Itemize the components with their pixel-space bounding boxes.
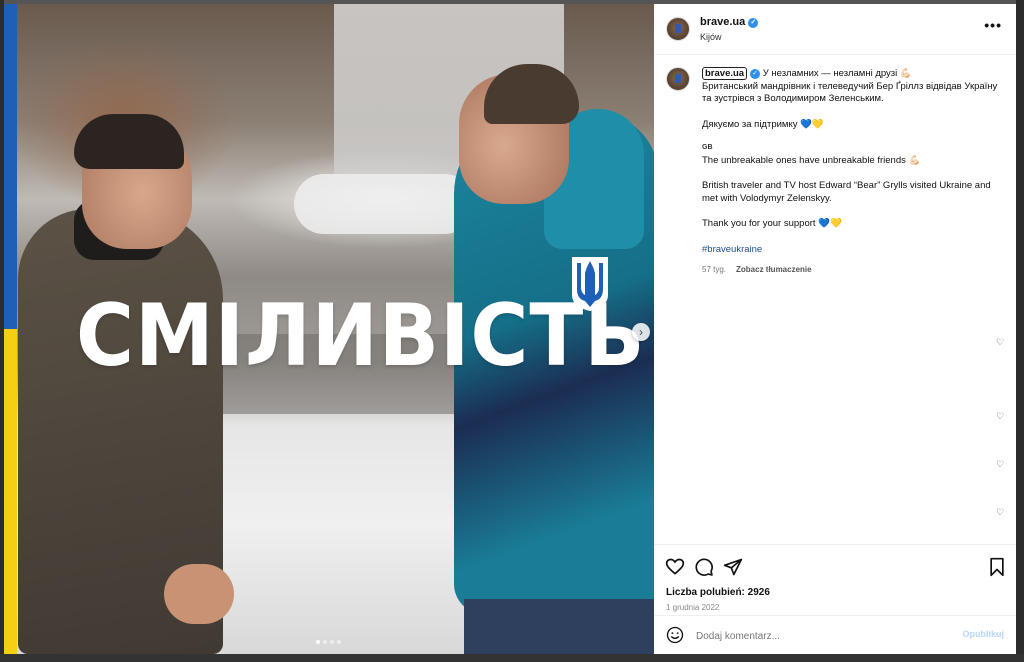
image-headline: СМІЛИВІСТЬ — [76, 286, 646, 386]
caption: brave.ua ✓ У незламних — незламні друзі 💪… — [654, 54, 1016, 544]
see-translation-link[interactable]: Zobacz tłumaczenie — [736, 265, 812, 274]
comment-like-heart-icon[interactable]: ♡ — [996, 411, 1006, 421]
comment-like-heart-icon[interactable]: ♡ — [996, 507, 1006, 517]
backdrop-bottom — [0, 654, 1024, 662]
left-person-hands — [164, 564, 234, 624]
carousel-dot — [323, 640, 327, 644]
post-date: 1 grudnia 2022 — [666, 603, 720, 612]
flag-stripe-blue — [4, 4, 17, 329]
comment-like-heart-icon[interactable]: ♡ — [996, 337, 1006, 347]
post-image[interactable]: СМІЛИВІСТЬ › — [4, 4, 654, 654]
emoji-icon[interactable] — [666, 626, 684, 644]
verified-badge-icon: ✓ — [748, 18, 759, 28]
trident-icon — [572, 257, 608, 311]
header-location[interactable]: Kijów — [700, 32, 722, 42]
caption-paragraph-en: British traveler and TV host Edward “Bea… — [702, 180, 991, 204]
caption-avatar[interactable] — [666, 67, 690, 91]
caption-thanks-en: Thank you for your support 💙💛 — [702, 218, 842, 229]
time-ago[interactable]: 57 tyg. — [702, 265, 726, 274]
post-side-panel: brave.ua ✓ Kijów ••• brave.ua ✓ У незламни… — [654, 4, 1016, 654]
caption-paragraph-ua: Британський мандрівник і телеведучий Бер… — [702, 80, 998, 105]
right-person-jeans — [464, 599, 654, 654]
caption-gb-label: GB — [702, 144, 713, 151]
carousel-dots — [316, 640, 341, 644]
caption-body: brave.ua ✓ У незламних — незламні друзі 💪… — [702, 67, 1002, 277]
avatar[interactable] — [666, 17, 690, 41]
post-actions: Liczba polubień: 2926 1 grudnia 2022 — [654, 544, 1016, 615]
publish-button[interactable]: Opublikuj — [963, 629, 1005, 639]
heart-icon[interactable] — [665, 557, 685, 577]
post-header: brave.ua ✓ Kijów ••• — [654, 4, 1016, 55]
comment-like-heart-icon[interactable]: ♡ — [996, 459, 1006, 469]
left-person-hair — [74, 114, 184, 169]
next-slide-button[interactable]: › — [632, 323, 650, 341]
comment-bar: Opublikuj — [654, 615, 1016, 655]
header-username[interactable]: brave.ua — [700, 16, 745, 28]
caption-line-en: The unbreakable ones have unbreakable fr… — [702, 154, 921, 166]
caption-line1: У незламних — незламні друзі 💪🏻 — [762, 68, 912, 79]
more-options-icon[interactable]: ••• — [984, 18, 1002, 32]
share-icon[interactable] — [723, 557, 743, 577]
carousel-dot — [316, 640, 320, 644]
carousel-dot — [330, 640, 334, 644]
comment-input[interactable] — [694, 626, 938, 646]
comment-icon[interactable] — [694, 557, 714, 577]
bookmark-icon[interactable] — [987, 557, 1007, 577]
caption-username[interactable]: brave.ua — [702, 67, 748, 80]
hashtag-link[interactable]: #braveukraine — [702, 244, 1002, 257]
background-snow — [294, 174, 474, 234]
backdrop-right — [1016, 0, 1024, 662]
carousel-dot — [337, 640, 341, 644]
verified-badge-icon: ✓ — [750, 69, 761, 79]
flag-stripe-yellow — [4, 329, 17, 654]
caption-thanks-ua: Дякуємо за підтримку 💙💛 — [702, 118, 824, 130]
header-username-row: brave.ua ✓ — [700, 16, 759, 28]
likes-count[interactable]: Liczba polubień: 2926 — [666, 587, 770, 598]
caption-first-line: brave.ua ✓ У незламних — незламні друзі 💪… — [702, 67, 1002, 106]
caption-meta: 57 tyg. Zobacz tłumaczenie — [702, 264, 1002, 277]
